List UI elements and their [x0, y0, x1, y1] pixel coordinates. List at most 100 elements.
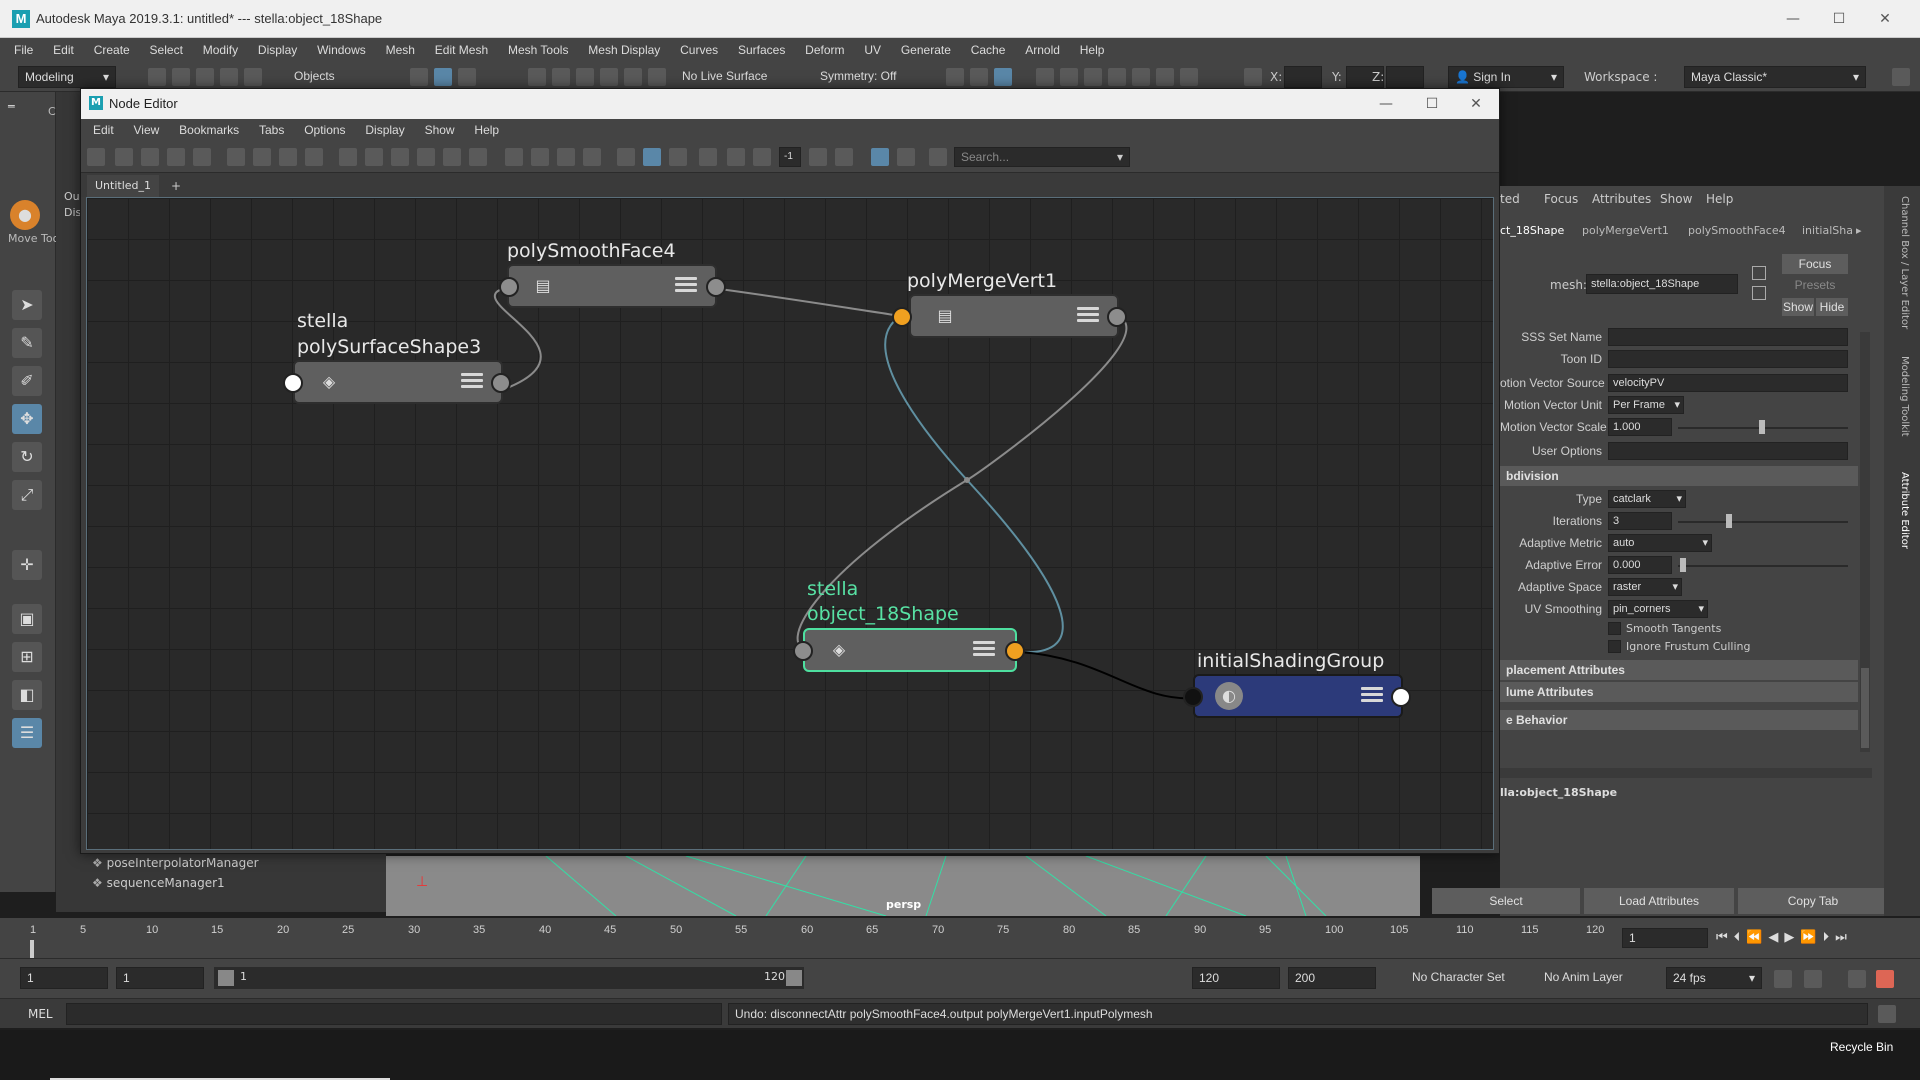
toolbox-menu-icon[interactable]: ═	[8, 100, 48, 124]
menu-display[interactable]: Display	[250, 38, 305, 62]
lock-icon[interactable]	[699, 148, 717, 166]
select-component-icon[interactable]	[458, 68, 476, 86]
ae-menu-show[interactable]: Show	[1660, 192, 1692, 206]
menu-edit[interactable]: Edit	[45, 38, 82, 62]
snap-surface-icon[interactable]	[624, 68, 642, 86]
menu-mesh-display[interactable]: Mesh Display	[580, 38, 668, 62]
node-initialshadinggroup[interactable]: ◐	[1193, 674, 1403, 718]
sign-in-dropdown[interactable]: 👤 Sign In ▾	[1448, 66, 1564, 88]
lasso-tool-icon[interactable]: ✎	[12, 328, 42, 358]
ae-tab-polysmoothface4[interactable]: polySmoothFace4	[1688, 224, 1786, 237]
menu-mesh[interactable]: Mesh	[378, 38, 423, 62]
attr-dropdown-uv-smoothing[interactable]: pin_corners ▾	[1608, 600, 1708, 618]
node-graph-canvas[interactable]: polySmoothFace4 ▤ polyMergeVert1 ▤ stell…	[86, 197, 1494, 850]
menu-cache[interactable]: Cache	[963, 38, 1014, 62]
snap-grid-icon[interactable]	[528, 68, 546, 86]
graph-output-icon[interactable]	[167, 148, 185, 166]
outliner-tab-out[interactable]: Ou	[64, 190, 80, 203]
menu-edit-mesh[interactable]: Edit Mesh	[427, 38, 496, 62]
snap-curve-icon[interactable]	[552, 68, 570, 86]
show-transforms-icon[interactable]	[669, 148, 687, 166]
ne-menu-help[interactable]: Help	[466, 119, 507, 141]
channel-box-tab[interactable]: Channel Box / Layer Editor	[1894, 196, 1910, 329]
attr-field-sss-set[interactable]	[1608, 328, 1848, 346]
presets-button[interactable]: Presets	[1782, 276, 1848, 294]
attr-dropdown-adaptive-space[interactable]: raster ▾	[1608, 578, 1682, 596]
close-button[interactable]: ✕	[1862, 8, 1908, 30]
paint-select-icon[interactable]: ✐	[12, 366, 42, 396]
node-editor-minimize-button[interactable]: —	[1363, 93, 1409, 115]
adaptive-error-slider[interactable]	[1678, 565, 1848, 567]
slider-handle[interactable]	[1726, 514, 1732, 528]
modeling-toolkit-tab[interactable]: Modeling Toolkit	[1894, 356, 1910, 437]
bookmark-prev-icon[interactable]	[557, 148, 575, 166]
attr-field-motion-vector-source[interactable]: velocityPV	[1608, 374, 1848, 392]
add-selected-icon[interactable]	[87, 148, 105, 166]
save-scene-icon[interactable]	[196, 68, 214, 86]
increase-depth-icon[interactable]	[753, 148, 771, 166]
render-settings-icon[interactable]	[1108, 68, 1126, 86]
node-object18shape[interactable]: ◈	[803, 628, 1017, 672]
section-displacement[interactable]: placement Attributes	[1500, 660, 1858, 680]
undo-icon[interactable]	[220, 68, 238, 86]
range-end-handle[interactable]	[786, 970, 802, 986]
lock-icon[interactable]	[1892, 68, 1910, 86]
tab-untitled-1[interactable]: Untitled_1	[87, 175, 160, 197]
start-time-field[interactable]: 1	[20, 967, 108, 989]
attr-field-user-options[interactable]	[1608, 442, 1848, 460]
attr-dropdown-adaptive-metric[interactable]: auto ▾	[1608, 534, 1712, 552]
menu-create[interactable]: Create	[86, 38, 138, 62]
time-slider-ticks[interactable]: 1 5 10 15 20 25 30 35 40 45 50 55 60 65 …	[30, 918, 1604, 958]
scale-tool-icon[interactable]: ⤢	[12, 480, 42, 510]
arnold-render-icon[interactable]	[1156, 68, 1174, 86]
ae-copy-tab-button[interactable]: Copy Tab	[1738, 888, 1888, 914]
current-time-indicator[interactable]	[30, 940, 34, 958]
focus-button[interactable]: Focus	[1782, 254, 1848, 274]
notes-icon[interactable]	[1752, 286, 1766, 300]
menu-modify[interactable]: Modify	[195, 38, 246, 62]
ae-scrollbar[interactable]	[1860, 332, 1870, 752]
full-mode-icon[interactable]	[391, 148, 409, 166]
recycle-bin-label[interactable]: Recycle Bin	[1830, 1040, 1893, 1054]
ae-tab-initialshading[interactable]: initialSha	[1802, 224, 1853, 237]
menu-help[interactable]: Help	[1072, 38, 1113, 62]
custom-mode-icon[interactable]	[417, 148, 435, 166]
move-tool-icon[interactable]: ✥	[12, 404, 42, 434]
script-editor-icon[interactable]	[1878, 1005, 1896, 1023]
workspace-dropdown[interactable]: Maya Classic* ▾	[1684, 66, 1866, 88]
output-ops-icon[interactable]	[970, 68, 988, 86]
snap-live-icon[interactable]	[648, 68, 666, 86]
render-frame-icon[interactable]	[1060, 68, 1078, 86]
smooth-tangents-checkbox[interactable]	[1608, 622, 1621, 635]
step-back-key-icon[interactable]: ⏪	[1746, 930, 1768, 945]
port-polysmoothface4-output[interactable]	[706, 277, 726, 297]
select-tool-icon[interactable]: ➤	[12, 290, 42, 320]
symmetry-dropdown[interactable]: Symmetry: Off	[814, 66, 914, 88]
collapse-icon[interactable]	[835, 148, 853, 166]
port-object18shape-input[interactable]	[793, 641, 813, 661]
search-icon[interactable]	[443, 148, 461, 166]
auto-key-icon[interactable]	[1804, 970, 1822, 988]
focus-node-icon[interactable]	[1752, 266, 1766, 280]
character-set-dropdown[interactable]: No Character Set	[1406, 967, 1526, 989]
slider-handle[interactable]	[1680, 558, 1686, 572]
ne-menu-tabs[interactable]: Tabs	[251, 119, 292, 141]
z-field[interactable]	[1386, 66, 1424, 88]
ae-tab-scroll-icon[interactable]: ▸	[1856, 224, 1862, 237]
node-menu-icon[interactable]	[1077, 307, 1099, 325]
ne-menu-options[interactable]: Options	[296, 119, 353, 141]
manipulator-icon[interactable]: ✛	[12, 550, 42, 580]
port-polysurfaceshape3-input[interactable]	[283, 373, 303, 393]
outliner-item[interactable]: ❖ poseInterpolatorManager	[92, 856, 259, 870]
show-shapes-icon[interactable]	[643, 148, 661, 166]
ae-tab-object18shape[interactable]: ct_18Shape	[1500, 224, 1564, 237]
go-to-end-icon[interactable]: ⏭	[1835, 930, 1853, 945]
menu-windows[interactable]: Windows	[309, 38, 374, 62]
show-button[interactable]: Show	[1782, 298, 1814, 316]
pin-icon[interactable]	[505, 148, 523, 166]
render-view-icon[interactable]	[1036, 68, 1054, 86]
mesh-name-field[interactable]: stella:object_18Shape	[1586, 274, 1738, 294]
command-input[interactable]	[66, 1003, 722, 1025]
bookmark-icon[interactable]	[531, 148, 549, 166]
node-menu-icon[interactable]	[973, 641, 995, 659]
